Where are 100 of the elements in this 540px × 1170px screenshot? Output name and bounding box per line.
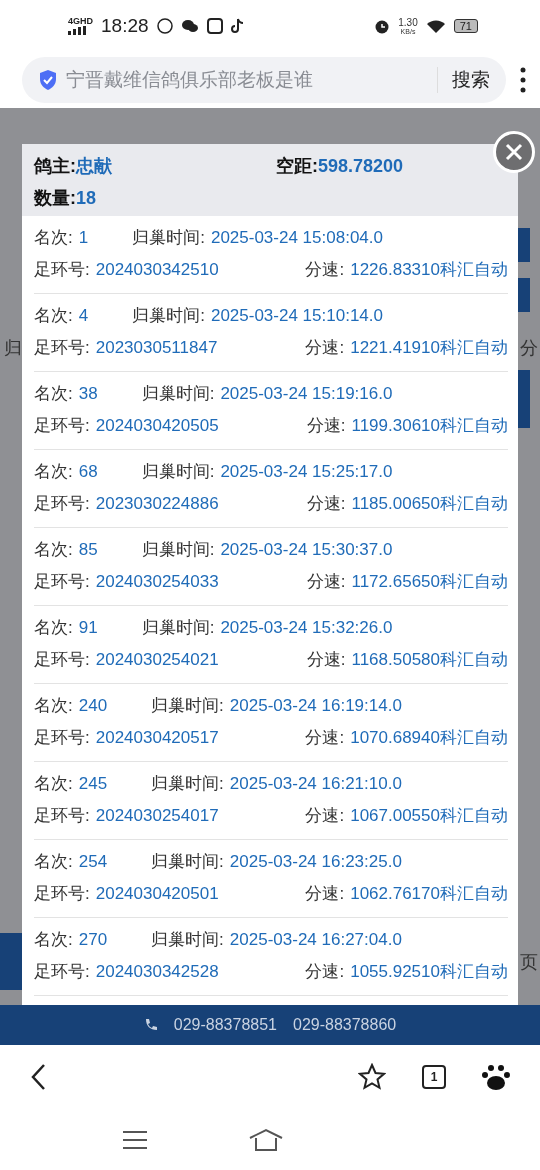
speed-value: 1067.00550科汇自动 bbox=[350, 806, 508, 826]
back-button[interactable] bbox=[30, 1063, 46, 1091]
speed-label: 分速: bbox=[306, 416, 346, 436]
phone-number: 029-88378860 bbox=[293, 1016, 397, 1034]
time-label: 归巢时间: bbox=[151, 774, 224, 794]
rank-value: 68 bbox=[78, 462, 98, 482]
ring-label: 足环号: bbox=[34, 338, 90, 358]
time-value: 2025-03-24 15:08:04.0 bbox=[210, 228, 383, 248]
phone-number: 029-88378851 bbox=[173, 1016, 277, 1034]
tabs-button[interactable]: 1 bbox=[422, 1065, 446, 1089]
time-label: 归巢时间: bbox=[151, 930, 224, 950]
music-note-icon bbox=[230, 18, 245, 34]
time-value: 2025-03-24 16:19:14.0 bbox=[229, 696, 402, 716]
page-text: 分 bbox=[520, 337, 538, 360]
speed-label: 分速: bbox=[305, 728, 345, 748]
ring-label: 足环号: bbox=[34, 884, 90, 904]
ring-label: 足环号: bbox=[34, 494, 90, 514]
search-query: 宁晋戴维信鸽俱乐部老板是谁 bbox=[66, 68, 314, 92]
rank-value: 4 bbox=[78, 306, 89, 326]
speed-value: 1168.50580科汇自动 bbox=[351, 650, 508, 670]
speed-label: 分速: bbox=[305, 962, 345, 982]
battery-level: 71 bbox=[453, 19, 478, 33]
ring-value: 2023030224886 bbox=[95, 494, 219, 514]
distance-label: 空距:598.78200 bbox=[276, 155, 405, 178]
speed-label: 分速: bbox=[306, 650, 346, 670]
bookmark-button[interactable] bbox=[358, 1063, 386, 1091]
close-icon bbox=[504, 142, 524, 162]
rank-label: 名次: bbox=[34, 462, 73, 482]
signal-indicator: 4GHD bbox=[68, 17, 93, 35]
count-label: 数量:18 bbox=[34, 187, 98, 210]
menu-icon[interactable] bbox=[122, 1129, 148, 1150]
rank-value: 254 bbox=[78, 852, 108, 872]
rank-label: 名次: bbox=[34, 384, 73, 404]
ring-value: 2024030254033 bbox=[95, 572, 219, 592]
ring-label: 足环号: bbox=[34, 962, 90, 982]
ring-label: 足环号: bbox=[34, 416, 90, 436]
home-icon[interactable] bbox=[248, 1127, 284, 1152]
rank-label: 名次: bbox=[34, 930, 73, 950]
phone-icon bbox=[143, 1018, 158, 1032]
time-label: 归巢时间: bbox=[151, 852, 224, 872]
ring-value: 2024030420505 bbox=[95, 416, 219, 436]
speed-value: 1172.65650科汇自动 bbox=[351, 572, 508, 592]
ring-value: 2023030511847 bbox=[95, 338, 218, 358]
shield-check-icon bbox=[38, 69, 58, 91]
more-icon[interactable] bbox=[520, 67, 526, 93]
ring-label: 足环号: bbox=[34, 728, 90, 748]
rank-label: 名次: bbox=[34, 774, 73, 794]
rank-value: 1 bbox=[78, 228, 89, 248]
time-value: 2025-03-24 15:19:16.0 bbox=[220, 384, 393, 404]
speed-label: 分速: bbox=[305, 338, 345, 358]
time-label: 归巢时间: bbox=[132, 306, 205, 326]
page-text: 页 bbox=[520, 951, 538, 974]
ring-label: 足环号: bbox=[34, 650, 90, 670]
speed-value: 1055.92510科汇自动 bbox=[350, 962, 508, 982]
wifi-icon bbox=[425, 19, 446, 33]
ring-label: 足环号: bbox=[34, 260, 90, 280]
ring-value: 2024030420517 bbox=[95, 728, 219, 748]
paw-icon[interactable] bbox=[482, 1063, 510, 1091]
speed-label: 分速: bbox=[306, 494, 346, 514]
ring-value: 2024030342510 bbox=[95, 260, 219, 280]
time-value: 2025-03-24 16:27:04.0 bbox=[229, 930, 402, 950]
speed-label: 分速: bbox=[305, 806, 345, 826]
rank-value: 240 bbox=[78, 696, 108, 716]
owner-label: 鸽主:忠献 bbox=[34, 155, 113, 178]
time-value: 2025-03-24 15:32:26.0 bbox=[220, 618, 393, 638]
speed-value: 1062.76170科汇自动 bbox=[350, 884, 508, 904]
rank-value: 38 bbox=[78, 384, 98, 404]
speed-value: 1185.00650科汇自动 bbox=[351, 494, 508, 514]
rank-label: 名次: bbox=[34, 618, 73, 638]
ring-label: 足环号: bbox=[34, 806, 90, 826]
alarm-icon bbox=[374, 18, 391, 34]
time-label: 归巢时间: bbox=[141, 618, 215, 638]
speed-label: 分速: bbox=[305, 884, 345, 904]
address-bar[interactable]: 宁晋戴维信鸽俱乐部老板是谁 搜索 bbox=[22, 57, 506, 103]
rank-label: 名次: bbox=[34, 228, 73, 248]
time-label: 归巢时间: bbox=[132, 228, 205, 248]
close-button[interactable] bbox=[493, 131, 535, 173]
ring-label: 足环号: bbox=[34, 572, 90, 592]
speed-value: 1226.83310科汇自动 bbox=[350, 260, 508, 280]
rank-value: 245 bbox=[78, 774, 108, 794]
ring-value: 2024030254021 bbox=[95, 650, 219, 670]
ring-value: 2024030420501 bbox=[95, 884, 219, 904]
time-value: 2025-03-24 15:25:17.0 bbox=[220, 462, 393, 482]
speed-label: 分速: bbox=[306, 572, 346, 592]
search-button[interactable]: 搜索 bbox=[437, 67, 490, 93]
time-label: 归巢时间: bbox=[151, 696, 224, 716]
rank-label: 名次: bbox=[34, 852, 73, 872]
clock-time: 18:28 bbox=[101, 15, 149, 37]
speed-value: 1070.68940科汇自动 bbox=[350, 728, 508, 748]
rank-value: 85 bbox=[78, 540, 98, 560]
time-label: 归巢时间: bbox=[141, 384, 215, 404]
rank-label: 名次: bbox=[34, 540, 73, 560]
time-value: 2025-03-24 15:30:37.0 bbox=[220, 540, 393, 560]
rank-label: 名次: bbox=[34, 306, 73, 326]
time-value: 2025-03-24 15:10:14.0 bbox=[210, 306, 383, 326]
speed-label: 分速: bbox=[305, 260, 345, 280]
speed-value: 1199.30610科汇自动 bbox=[351, 416, 508, 436]
time-value: 2025-03-24 16:21:10.0 bbox=[229, 774, 402, 794]
rank-label: 名次: bbox=[34, 696, 73, 716]
speed-value: 1221.41910科汇自动 bbox=[350, 338, 508, 358]
